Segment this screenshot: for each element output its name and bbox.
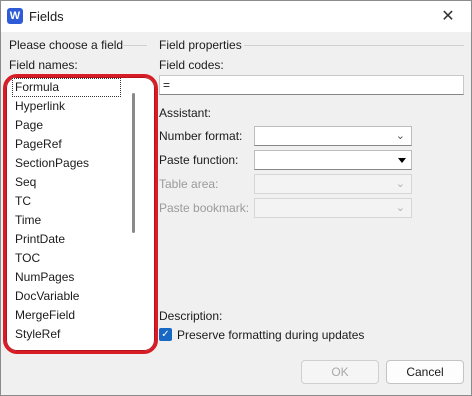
- choose-field-group-label: Please choose a field: [9, 38, 124, 52]
- paste-bookmark-select: ⌄: [254, 198, 412, 218]
- close-icon[interactable]: ✕: [425, 1, 471, 32]
- field-name-item[interactable]: Seq: [12, 173, 137, 192]
- fields-dialog: W Fields ✕ Please choose a field Field n…: [0, 0, 472, 396]
- word-app-icon: W: [7, 8, 23, 24]
- preserve-formatting-checkbox[interactable]: ✓: [159, 328, 172, 341]
- number-format-select[interactable]: ⌄: [254, 126, 412, 146]
- field-name-item[interactable]: TC: [12, 192, 137, 211]
- cancel-button[interactable]: Cancel: [386, 360, 464, 384]
- field-name-item[interactable]: Page: [12, 116, 137, 135]
- field-codes-input[interactable]: =: [159, 75, 464, 95]
- paste-function-select[interactable]: [254, 150, 412, 170]
- title-bar: W Fields ✕: [1, 1, 471, 32]
- field-name-item[interactable]: MergeField: [12, 306, 137, 325]
- group-divider: [244, 45, 464, 46]
- paste-function-label: Paste function:: [159, 153, 239, 167]
- dropdown-arrow-icon: [398, 158, 406, 163]
- number-format-label: Number format:: [159, 129, 243, 143]
- field-name-item[interactable]: TOC: [12, 249, 137, 268]
- table-area-label: Table area:: [159, 177, 219, 191]
- field-name-item[interactable]: Time: [12, 211, 137, 230]
- group-divider: [122, 45, 147, 46]
- chevron-down-icon: ⌄: [395, 178, 405, 190]
- ok-button[interactable]: OK: [301, 360, 379, 384]
- field-name-item[interactable]: PrintDate: [12, 230, 137, 249]
- paste-bookmark-label: Paste bookmark:: [159, 201, 250, 215]
- field-name-item[interactable]: SectionPages: [12, 154, 137, 173]
- field-codes-label: Field codes:: [159, 58, 224, 72]
- field-name-item[interactable]: PageRef: [12, 135, 137, 154]
- field-name-item[interactable]: StyleRef: [12, 325, 137, 342]
- chevron-down-icon: ⌄: [395, 130, 405, 142]
- table-area-select: ⌄: [254, 174, 412, 194]
- window-title: Fields: [29, 9, 64, 24]
- field-name-item[interactable]: DocVariable: [12, 287, 137, 306]
- field-name-item[interactable]: NumPages: [12, 268, 137, 287]
- field-list-scrollbar[interactable]: [132, 93, 135, 233]
- chevron-down-icon: ⌄: [395, 202, 405, 214]
- preserve-formatting-label[interactable]: Preserve formatting during updates: [177, 328, 364, 342]
- field-codes-value: =: [163, 78, 171, 92]
- description-label: Description:: [159, 309, 223, 323]
- field-name-item[interactable]: Hyperlink: [12, 97, 137, 116]
- field-properties-group-label: Field properties: [159, 38, 242, 52]
- field-name-item[interactable]: Formula: [12, 78, 121, 97]
- field-names-label: Field names:: [9, 58, 78, 72]
- assistant-label: Assistant:: [159, 106, 212, 120]
- field-names-list[interactable]: Formula Hyperlink Page PageRef SectionPages S…: [12, 78, 137, 342]
